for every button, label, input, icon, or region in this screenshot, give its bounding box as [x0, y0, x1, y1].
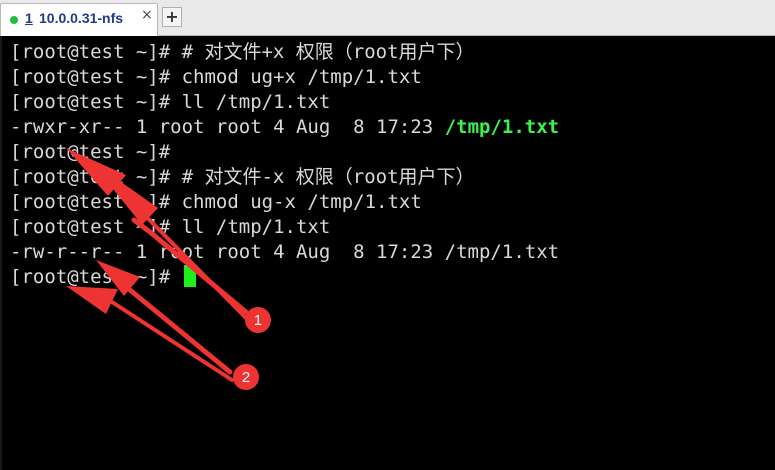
- annotation-badge-1-label: 1: [254, 312, 262, 329]
- annotation-badge-2-label: 2: [242, 369, 250, 386]
- terminal-app-window: 1 10.0.0.31-nfs × + [root@test ~]# # 对文件…: [0, 0, 775, 470]
- annotation-badge-1: 1: [245, 307, 271, 333]
- annotation-overlay: 1 2: [66, 148, 271, 390]
- annotation-arrow-2a: [96, 260, 233, 375]
- annotation-badge-2: 2: [233, 364, 259, 390]
- annotation-arrow-2b: [66, 286, 234, 382]
